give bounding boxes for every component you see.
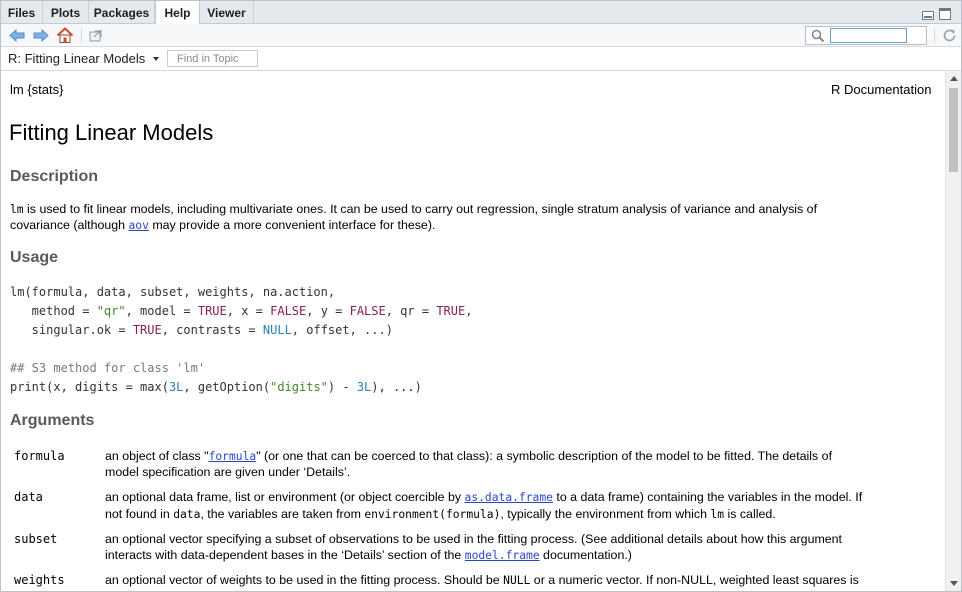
argument-description: not found in data, the variables are tak… (105, 506, 776, 523)
scrollbar-thumb[interactable] (949, 88, 958, 172)
argument-text: an optional vector of weights to be used… (105, 573, 504, 587)
argument-description: an optional vector specifying a subset o… (105, 532, 843, 546)
argument-text: an object of class " (105, 449, 209, 463)
argument-text: documentation.) (539, 548, 632, 562)
argument-text: , the variables are taken from (200, 507, 365, 521)
as-data-frame-link[interactable]: as.data.frame (465, 491, 553, 504)
scroll-down-icon[interactable] (950, 581, 958, 586)
argument-name: data (14, 490, 43, 504)
argument-description: an object of class "formula" (or one tha… (105, 448, 832, 465)
doc-header-source: R Documentation (831, 82, 932, 97)
tab-packages[interactable]: Packages (89, 1, 155, 24)
formula-link[interactable]: formula (209, 450, 257, 463)
argument-text: or a numeric vector. If non-NULL, weight… (530, 573, 859, 587)
page-title: Fitting Linear Models (9, 120, 214, 145)
tab-help[interactable]: Help (155, 1, 200, 25)
argument-text: " (or one that can be coerced to that cl… (256, 449, 833, 463)
argument-description: an optional vector of weights to be used… (105, 572, 859, 589)
description-line-1: lm is used to fit linear models, includi… (10, 201, 817, 218)
help-search-box (805, 26, 927, 45)
description-text: covariance (although (10, 218, 129, 232)
maximize-pane-icon[interactable] (939, 8, 951, 20)
scroll-up-icon[interactable] (950, 76, 958, 81)
inline-code: environment(formula) (364, 508, 501, 521)
argument-description: an optional data frame, list or environm… (105, 489, 862, 506)
search-icon (811, 29, 825, 46)
model-frame-link[interactable]: model.frame (465, 549, 540, 562)
inline-code: lm (10, 203, 24, 216)
forward-arrow-icon[interactable] (32, 27, 50, 44)
toolbar-divider (934, 28, 935, 43)
description-line-2: covariance (although aov may provide a m… (10, 217, 435, 234)
usage-heading: Usage (10, 249, 59, 266)
code-line: ## S3 method for class 'lm' (10, 361, 206, 375)
inline-code: NULL (503, 574, 531, 587)
argument-name: formula (14, 449, 65, 463)
tab-plots[interactable]: Plots (43, 1, 89, 24)
argument-description: interacts with data-dependent bases in t… (105, 547, 632, 564)
code-line: ​ (10, 340, 472, 359)
argument-text: interacts with data-dependent bases in t… (105, 548, 465, 562)
arguments-heading: Arguments (10, 412, 95, 429)
minimize-pane-icon[interactable] (922, 11, 934, 20)
usage-code-block: lm(formula, data, subset, weights, na.ac… (10, 283, 472, 397)
inline-code: data (173, 508, 201, 521)
argument-text: to a data frame) containing the variable… (552, 490, 863, 504)
code-line: lm(formula, data, subset, weights, na.ac… (10, 285, 336, 299)
inline-code: lm (710, 508, 725, 521)
code-line: print(x, digits = max(3L, getOption("dig… (10, 380, 422, 394)
vertical-scrollbar[interactable] (945, 71, 961, 591)
help-search-input[interactable] (830, 28, 907, 43)
help-toolbar (1, 24, 961, 47)
description-text: may provide a more convenient interface … (148, 218, 436, 232)
argument-name: weights (14, 573, 65, 587)
argument-name: subset (14, 532, 58, 546)
doc-header-package: lm {stats} (10, 82, 64, 97)
pane-tab-bar: Files Plots Packages Help Viewer (1, 1, 961, 25)
argument-text: an optional data frame, list or environm… (105, 490, 465, 504)
find-in-topic-input[interactable] (167, 50, 258, 67)
chevron-down-icon[interactable] (153, 57, 159, 61)
description-heading: Description (10, 168, 99, 185)
argument-description: model specification are given under ‘Det… (105, 465, 351, 479)
code-line: singular.ok = TRUE, contrasts = NULL, of… (10, 323, 393, 337)
help-document: lm {stats} R Documentation Fitting Linea… (1, 71, 945, 591)
tab-viewer[interactable]: Viewer (200, 1, 254, 24)
topic-bar: R: Fitting Linear Models (1, 47, 961, 71)
help-pane: Files Plots Packages Help Viewer R: Fitt… (0, 0, 962, 592)
tab-files[interactable]: Files (1, 1, 43, 24)
back-arrow-icon[interactable] (8, 27, 26, 44)
show-in-new-window-icon[interactable] (87, 27, 105, 44)
topic-dropdown[interactable]: R: Fitting Linear Models (8, 51, 145, 66)
argument-text: is called. (724, 507, 776, 521)
refresh-icon[interactable] (941, 27, 959, 44)
toolbar-divider (81, 28, 82, 43)
home-icon[interactable] (56, 27, 74, 44)
aov-link[interactable]: aov (128, 219, 148, 232)
argument-text: not found in (105, 507, 174, 521)
description-text: is used to fit linear models, including … (23, 202, 818, 216)
argument-text: , typically the environment from which (500, 507, 711, 521)
code-line: method = "qr", model = TRUE, x = FALSE, … (10, 304, 473, 318)
